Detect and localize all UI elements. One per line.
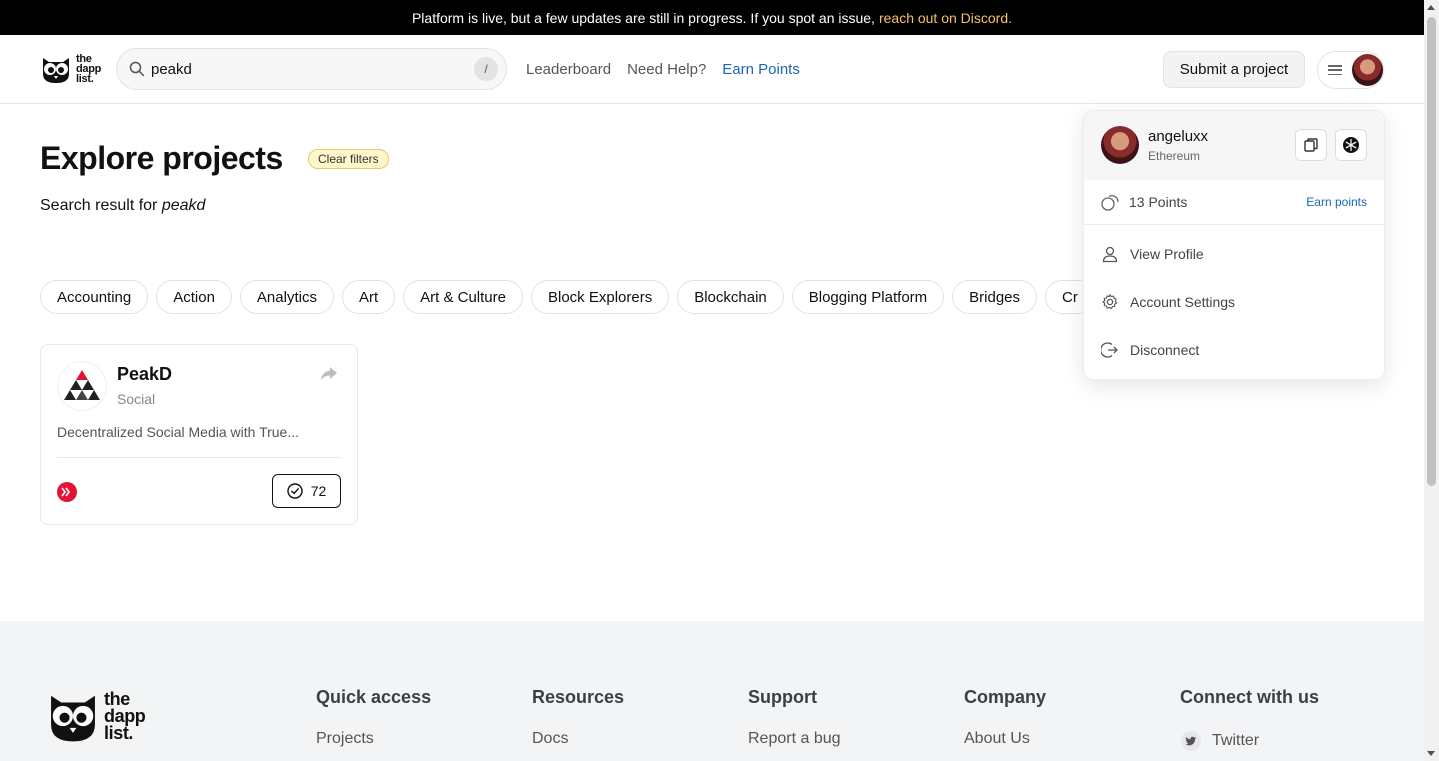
footer-logo[interactable]: the dapp list. <box>46 688 146 743</box>
scrollbar[interactable] <box>1424 0 1439 761</box>
account-menu-items: View Profile Account Settings Disconnect <box>1084 225 1384 374</box>
search-term: peakd <box>161 197 206 214</box>
footer-col-title: Connect with us <box>1180 687 1319 707</box>
share-icon <box>321 367 337 380</box>
main-nav: Leaderboard Need Help? Earn Points <box>526 61 800 78</box>
banner-text: Platform is live, but a few updates are … <box>411 9 875 26</box>
category-chip[interactable]: Action <box>156 280 232 314</box>
search-input[interactable] <box>151 60 474 78</box>
hive-chain-icon <box>57 482 77 502</box>
earn-points-link[interactable]: Earn points <box>1306 195 1367 209</box>
project-logo <box>57 361 107 411</box>
logo-text: the dapp list. <box>76 53 102 85</box>
category-chip[interactable]: Art <box>341 280 396 314</box>
vote-count: 72 <box>310 483 327 499</box>
points-row: 13 Points Earn points <box>1084 180 1384 225</box>
menu-item-view-profile[interactable]: View Profile <box>1084 230 1384 278</box>
search-shortcut-badge: / <box>474 57 498 81</box>
footer-link-about-us[interactable]: About Us <box>964 730 1046 748</box>
nav-need-help[interactable]: Need Help? <box>627 61 706 78</box>
username: angeluxx <box>1148 128 1209 145</box>
points-icon <box>1101 195 1119 211</box>
footer-col-quick-access: Quick access Projects <box>316 687 431 748</box>
footer-col-connect: Connect with us Twitter <box>1180 687 1319 752</box>
footer-logo-text: the dapp list. <box>104 688 146 743</box>
user-icon <box>1102 246 1118 263</box>
category-chip[interactable]: Art & Culture <box>403 280 523 314</box>
hamburger-icon <box>1328 65 1342 75</box>
scroll-up-arrow[interactable] <box>1427 5 1435 10</box>
scrollbar-thumb[interactable] <box>1427 17 1436 486</box>
footer-col-title: Quick access <box>316 687 432 707</box>
footer-link-twitter[interactable]: Twitter <box>1180 730 1319 752</box>
check-circle-icon <box>287 483 303 499</box>
category-chip[interactable]: Analytics <box>239 280 334 314</box>
scroll-down-arrow[interactable] <box>1427 751 1435 756</box>
project-name[interactable]: PeakD <box>117 364 172 385</box>
nav-leaderboard[interactable]: Leaderboard <box>526 61 611 78</box>
category-chips: Accounting Action Analytics Art Art & Cu… <box>40 280 1095 314</box>
menu-item-disconnect[interactable]: Disconnect <box>1084 326 1384 374</box>
category-chip[interactable]: Accounting <box>40 280 149 314</box>
footer-col-resources: Resources Docs <box>532 687 624 748</box>
search-bar[interactable]: / <box>116 48 507 90</box>
account-menu-button[interactable] <box>1317 51 1384 89</box>
discord-link[interactable]: reach out on Discord. <box>879 10 1012 26</box>
share-button[interactable] <box>321 367 337 386</box>
nav-earn-points[interactable]: Earn Points <box>722 61 800 78</box>
logout-icon <box>1101 342 1118 358</box>
category-chip[interactable]: Bridges <box>952 280 1038 314</box>
account-dropdown: angeluxx Ethereum 13 Points Earn points … <box>1083 110 1385 380</box>
account-header: angeluxx Ethereum <box>1084 111 1384 180</box>
site-header: the dapp list. / Leaderboard Need Help? … <box>0 35 1424 104</box>
footer-col-support: Support Report a bug <box>748 687 841 748</box>
project-card[interactable]: PeakD Social Decentralized Social Media … <box>40 344 358 525</box>
footer-col-company: Company About Us <box>964 687 1046 748</box>
avatar <box>1101 126 1139 164</box>
announcement-banner: Platform is live, but a few updates are … <box>0 0 1424 35</box>
points-count: 13 Points <box>1129 194 1188 210</box>
footer-link-docs[interactable]: Docs <box>532 730 624 748</box>
avatar <box>1351 54 1383 86</box>
category-chip[interactable]: Blockchain <box>677 280 784 314</box>
upvote-button[interactable]: 72 <box>272 474 341 508</box>
footer-link-report-bug[interactable]: Report a bug <box>748 730 841 748</box>
footer-col-title: Resources <box>532 687 625 707</box>
gear-icon <box>1102 294 1118 310</box>
submit-project-button[interactable]: Submit a project <box>1163 51 1305 88</box>
search-result-text: Search result for peakd <box>40 197 206 214</box>
owl-logo-icon <box>51 695 95 742</box>
wallet-button[interactable] <box>1335 129 1367 161</box>
page-title: Explore projects <box>40 140 283 176</box>
clear-filters-button[interactable]: Clear filters <box>308 149 389 169</box>
logo[interactable]: the dapp list. <box>40 53 116 85</box>
menu-item-account-settings[interactable]: Account Settings <box>1084 278 1384 326</box>
network-label: Ethereum <box>1148 149 1201 163</box>
footer-col-title: Support <box>748 687 817 707</box>
project-category: Social <box>117 391 156 407</box>
category-chip[interactable]: Blogging Platform <box>791 280 945 314</box>
search-icon <box>129 61 145 77</box>
snowflake-icon <box>1343 137 1359 153</box>
footer-link-projects[interactable]: Projects <box>316 730 431 748</box>
copy-icon <box>1304 138 1318 152</box>
peakd-logo-icon <box>64 370 100 400</box>
site-footer: the dapp list. Quick access Projects Res… <box>0 621 1424 761</box>
twitter-icon <box>1181 731 1201 751</box>
footer-col-title: Company <box>964 687 1047 707</box>
project-description: Decentralized Social Media with True... <box>57 424 299 440</box>
owl-logo-icon <box>43 58 69 83</box>
card-divider <box>57 457 341 458</box>
category-chip[interactable]: Block Explorers <box>531 280 670 314</box>
copy-address-button[interactable] <box>1295 129 1327 161</box>
viewport: Platform is live, but a few updates are … <box>0 0 1424 761</box>
